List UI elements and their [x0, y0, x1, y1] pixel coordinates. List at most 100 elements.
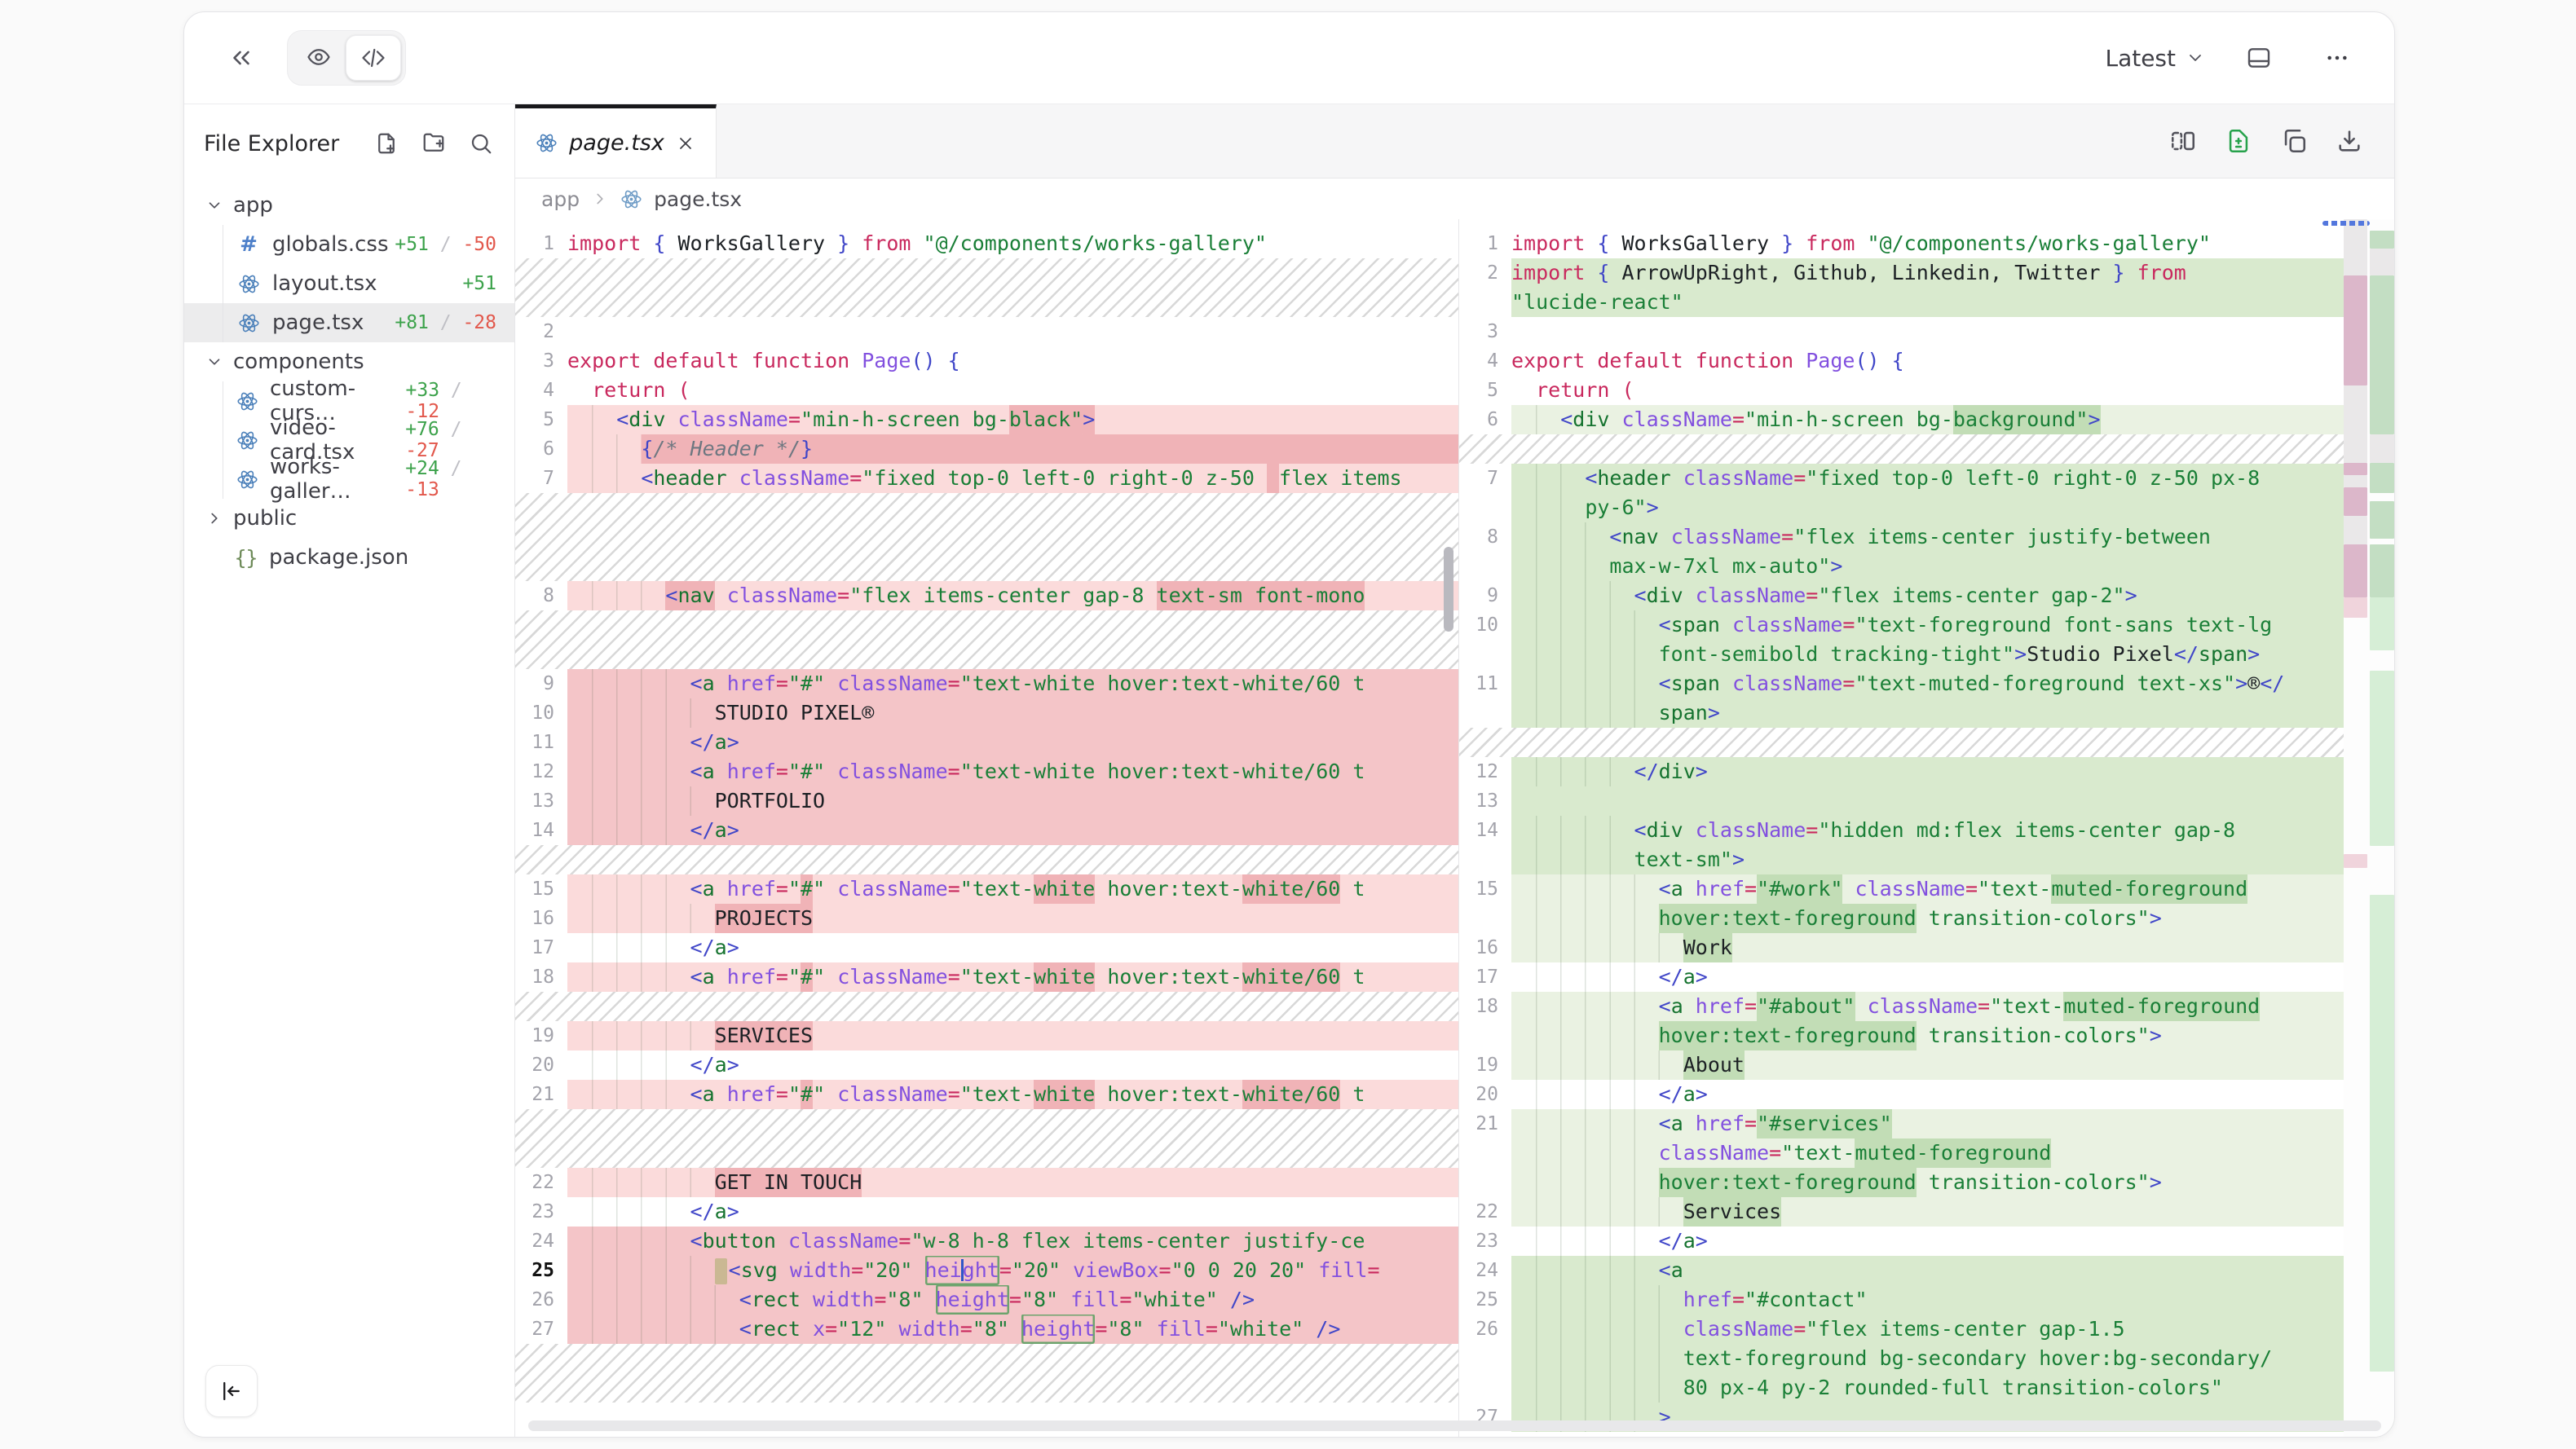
new-code-line-wrap[interactable]: "lucide-react": [1459, 288, 2394, 317]
new-code-line-20[interactable]: 20 </a>: [1459, 1080, 2394, 1109]
old-code-line-11[interactable]: 11 </a>: [515, 728, 1458, 757]
line-number[interactable]: 15: [515, 874, 567, 904]
line-number[interactable]: [1459, 1021, 1511, 1050]
new-code-line-wrap[interactable]: font-semibold tracking-tight">Studio Pix…: [1459, 640, 2394, 669]
close-tab-icon[interactable]: [676, 134, 695, 153]
collapse-sidebar-button[interactable]: [205, 1365, 258, 1417]
new-code-line-1[interactable]: 1import { WorksGallery } from "@/compone…: [1459, 229, 2394, 258]
old-code-line-20[interactable]: 20 </a>: [515, 1050, 1458, 1080]
line-number[interactable]: 2: [1459, 258, 1511, 288]
new-code-line-6[interactable]: 6 <div className="min-h-screen bg-backgr…: [1459, 405, 2394, 434]
old-code-line-4[interactable]: 4 return (: [515, 376, 1458, 405]
line-number[interactable]: 25: [515, 1256, 567, 1285]
new-code-line-2[interactable]: 2import { ArrowUpRight, Github, Linkedin…: [1459, 258, 2394, 288]
new-code-line-10[interactable]: 10 <span className="text-foreground font…: [1459, 610, 2394, 640]
old-code-line-17[interactable]: 17 </a>: [515, 933, 1458, 962]
new-code-line-22[interactable]: 22 Services: [1459, 1197, 2394, 1227]
new-code-line-24[interactable]: 24 <a: [1459, 1256, 2394, 1285]
old-code-line-13[interactable]: 13 PORTFOLIO: [515, 786, 1458, 816]
line-number[interactable]: 9: [1459, 581, 1511, 610]
old-code-line-16[interactable]: 16 PROJECTS: [515, 904, 1458, 933]
line-number[interactable]: 25: [1459, 1285, 1511, 1315]
new-code-line-wrap[interactable]: max-w-7xl mx-auto">: [1459, 552, 2394, 581]
line-number[interactable]: 14: [1459, 816, 1511, 845]
left-pane-scrollbar-thumb[interactable]: [1444, 547, 1453, 632]
collapse-panel-button[interactable]: [217, 33, 266, 82]
new-code-line-wrap[interactable]: span>: [1459, 698, 2394, 728]
line-number[interactable]: 7: [1459, 464, 1511, 493]
breadcrumb-folder[interactable]: app: [541, 187, 580, 211]
old-code-line-10[interactable]: 10 STUDIO PIXEL®: [515, 698, 1458, 728]
line-number[interactable]: 8: [515, 581, 567, 610]
old-code-line-27[interactable]: 27 <rect x="12" width="8" height="8" fil…: [515, 1315, 1458, 1344]
old-code-line-25[interactable]: 25 <svg width="20" height="20" viewBox="…: [515, 1256, 1458, 1285]
tree-item-video-card.tsx[interactable]: video-card.tsx+76 / -27: [184, 421, 514, 460]
new-folder-icon[interactable]: [421, 131, 446, 156]
line-number[interactable]: 1: [1459, 229, 1511, 258]
line-number[interactable]: 2: [515, 317, 567, 346]
new-code-line-21[interactable]: 21 <a href="#services": [1459, 1109, 2394, 1138]
line-number[interactable]: [1459, 493, 1511, 522]
old-code-line-15[interactable]: 15 <a href="#" className="text-white hov…: [515, 874, 1458, 904]
line-number[interactable]: 14: [515, 816, 567, 845]
line-number[interactable]: [1459, 698, 1511, 728]
line-number[interactable]: 17: [1459, 962, 1511, 992]
diff-pane-new[interactable]: 1import { WorksGallery } from "@/compone…: [1459, 219, 2394, 1437]
line-number[interactable]: 22: [515, 1168, 567, 1197]
old-code-line-5[interactable]: 5 <div className="min-h-screen bg-black"…: [515, 405, 1458, 434]
new-code-line-5[interactable]: 5 return (: [1459, 376, 2394, 405]
old-code-line-3[interactable]: 3export default function Page() {: [515, 346, 1458, 376]
tree-item-app[interactable]: app: [184, 186, 514, 225]
new-code-line-14[interactable]: 14 <div className="hidden md:flex items-…: [1459, 816, 2394, 845]
tree-item-custom-curs-[interactable]: custom-curs…+33 / -12: [184, 381, 514, 421]
old-code-line-18[interactable]: 18 <a href="#" className="text-white hov…: [515, 962, 1458, 992]
line-number[interactable]: 19: [1459, 1050, 1511, 1080]
tree-item-public[interactable]: public: [184, 499, 514, 538]
line-number[interactable]: 18: [515, 962, 567, 992]
line-number[interactable]: 11: [515, 728, 567, 757]
line-number[interactable]: 3: [1459, 317, 1511, 346]
line-number[interactable]: [1459, 1168, 1511, 1197]
line-number[interactable]: 6: [515, 434, 567, 464]
old-code-line-22[interactable]: 22 GET IN TOUCH: [515, 1168, 1458, 1197]
tab-page-tsx[interactable]: page.tsx: [515, 104, 717, 178]
line-number[interactable]: 27: [515, 1315, 567, 1344]
tree-item-works-galler-[interactable]: works-galler…+24 / -13: [184, 460, 514, 499]
tree-item-layout.tsx[interactable]: layout.tsx+51: [184, 264, 514, 303]
line-number[interactable]: 13: [1459, 786, 1511, 816]
file-diff-icon[interactable]: [2225, 127, 2252, 155]
new-code-line-25[interactable]: 25 href="#contact": [1459, 1285, 2394, 1315]
new-code-line-3[interactable]: 3: [1459, 317, 2394, 346]
tree-item-package.json[interactable]: {}package.json: [184, 538, 514, 577]
line-number[interactable]: 18: [1459, 992, 1511, 1021]
old-code-line-8[interactable]: 8 <nav className="flex items-center gap-…: [515, 581, 1458, 610]
line-number[interactable]: 24: [1459, 1256, 1511, 1285]
new-code-line-wrap[interactable]: text-sm">: [1459, 845, 2394, 874]
line-number[interactable]: 21: [1459, 1109, 1511, 1138]
line-number[interactable]: 13: [515, 786, 567, 816]
line-number[interactable]: [1459, 845, 1511, 874]
line-number[interactable]: 3: [515, 346, 567, 376]
line-number[interactable]: 9: [515, 669, 567, 698]
line-number[interactable]: [1459, 904, 1511, 933]
old-code-line-9[interactable]: 9 <a href="#" className="text-white hove…: [515, 669, 1458, 698]
new-code-line-13[interactable]: 13: [1459, 786, 2394, 816]
search-icon[interactable]: [469, 131, 493, 156]
new-code-line-8[interactable]: 8 <nav className="flex items-center just…: [1459, 522, 2394, 552]
line-number[interactable]: 17: [515, 933, 567, 962]
line-number[interactable]: [1459, 640, 1511, 669]
more-options-button[interactable]: [2313, 33, 2362, 82]
line-number[interactable]: 1: [515, 229, 567, 258]
line-number[interactable]: 19: [515, 1021, 567, 1050]
line-number[interactable]: 4: [1459, 346, 1511, 376]
old-code-line-23[interactable]: 23 </a>: [515, 1197, 1458, 1227]
line-number[interactable]: [1459, 1344, 1511, 1373]
line-number[interactable]: 11: [1459, 669, 1511, 698]
new-code-line-wrap[interactable]: py-6">: [1459, 493, 2394, 522]
line-number[interactable]: 12: [1459, 757, 1511, 786]
breadcrumb-file[interactable]: page.tsx: [654, 187, 742, 211]
new-code-line-23[interactable]: 23 </a>: [1459, 1227, 2394, 1256]
new-code-line-wrap[interactable]: className="text-muted-foreground: [1459, 1138, 2394, 1168]
old-code-line-12[interactable]: 12 <a href="#" className="text-white hov…: [515, 757, 1458, 786]
line-number[interactable]: 20: [1459, 1080, 1511, 1109]
